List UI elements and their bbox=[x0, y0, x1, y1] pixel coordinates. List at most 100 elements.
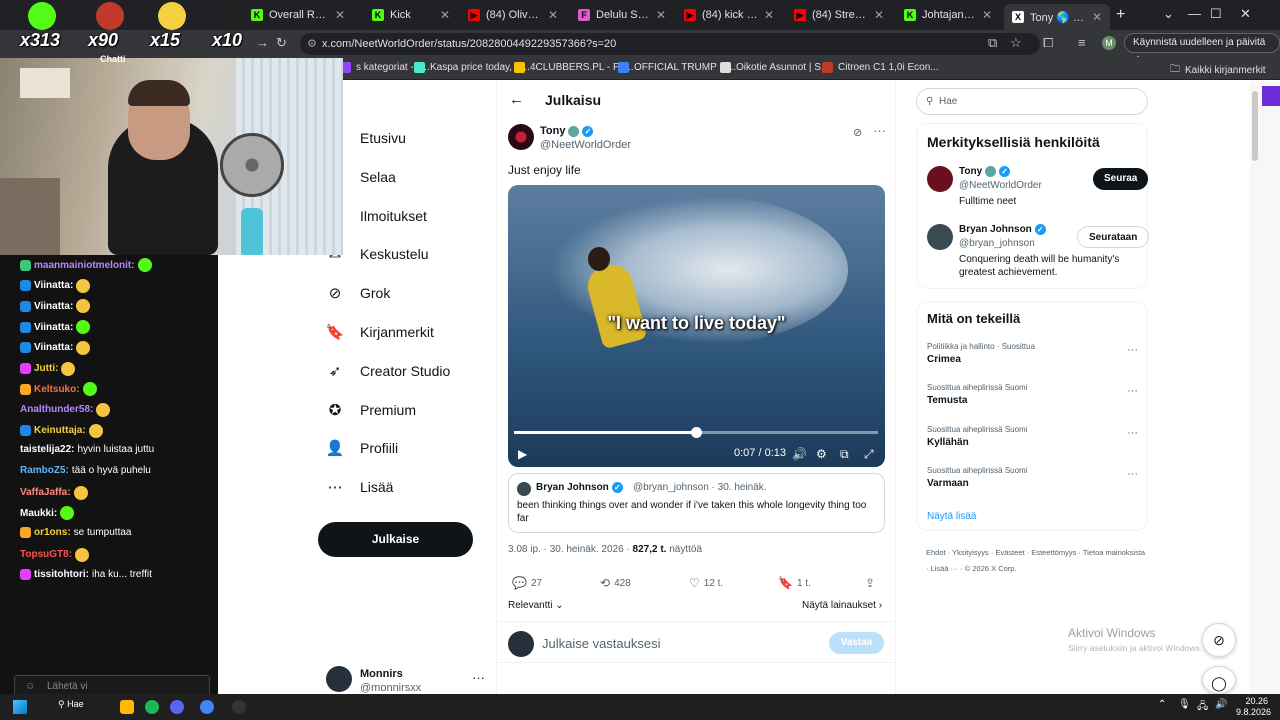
tab-close-icon[interactable]: ✕ bbox=[982, 8, 992, 22]
author-avatar[interactable] bbox=[508, 124, 534, 150]
trend-item[interactable]: Suosittua aiheplirissä Suomi Kyllähän ··· bbox=[927, 425, 1142, 448]
media-icon[interactable]: ≡ bbox=[1078, 35, 1086, 50]
trend-more-icon[interactable]: ··· bbox=[1127, 385, 1138, 397]
restart-update-button[interactable]: Käynnistä uudelleen ja päivitä ⋮ bbox=[1124, 33, 1280, 66]
chat-nick[interactable]: Keinuttaja: bbox=[34, 425, 86, 436]
bookmark-item[interactable]: Kaspa price today, K... bbox=[414, 62, 530, 73]
obs-icon[interactable] bbox=[232, 700, 246, 714]
nav-item-profiili[interactable]: 👤 Profiili bbox=[326, 439, 398, 457]
show-more-link[interactable]: Näytä lisää bbox=[927, 511, 976, 522]
chat-nick[interactable]: maanmainiotmelonit: bbox=[34, 260, 135, 271]
video-progress-bar[interactable] bbox=[514, 427, 878, 438]
scrollbar[interactable] bbox=[1252, 91, 1258, 161]
nav-item-lisää[interactable]: ⋯ Lisää bbox=[326, 478, 394, 496]
browser-tab[interactable]: K Overall Revenue ✕ bbox=[243, 3, 353, 27]
sort-dropdown[interactable]: Relevantti ⌄ bbox=[508, 600, 564, 611]
extensions-icon[interactable]: ⧠ bbox=[1043, 35, 1053, 51]
fullscreen-icon[interactable]: ⤢ bbox=[864, 447, 874, 462]
chat-nick[interactable]: Jutti: bbox=[34, 363, 58, 374]
messages-float-icon[interactable]: ◯ bbox=[1202, 666, 1236, 694]
author-name[interactable]: Tony ✓ bbox=[540, 125, 594, 137]
chat-nick[interactable]: Keltsuko: bbox=[34, 384, 80, 395]
settings-icon[interactable]: ⚙ bbox=[816, 447, 827, 461]
post-button[interactable]: Julkaise bbox=[318, 522, 473, 557]
chat-nick[interactable]: VaffaJaffa: bbox=[20, 487, 71, 498]
more-icon[interactable]: ··· bbox=[472, 670, 485, 685]
browser-tab[interactable]: ▶ (84) StreamiClipit ✕ bbox=[786, 3, 892, 27]
trend-more-icon[interactable]: ··· bbox=[1127, 468, 1138, 480]
chat-nick[interactable]: Viinatta: bbox=[34, 280, 73, 291]
tab-close-icon[interactable]: ✕ bbox=[1092, 10, 1102, 24]
pip-icon[interactable]: ⧉ bbox=[840, 447, 849, 462]
chat-nick[interactable]: Viinatta: bbox=[34, 342, 73, 353]
tray-chevron-icon[interactable]: ⌃ bbox=[1158, 699, 1166, 710]
minimize-button[interactable]: — bbox=[1188, 6, 1201, 21]
show-quotes-link[interactable]: Näytä lainaukset › bbox=[802, 600, 882, 611]
trend-more-icon[interactable]: ··· bbox=[1127, 427, 1138, 439]
repost-button[interactable]: ⟲ 428 bbox=[600, 576, 631, 590]
play-icon[interactable]: ▶ bbox=[518, 447, 527, 461]
trend-item[interactable]: Politiikka ja hallinto · Suosittua Crimea… bbox=[927, 342, 1142, 365]
chat-nick[interactable]: taistelija22: bbox=[20, 444, 74, 455]
reply-button[interactable]: 💬 27 bbox=[512, 576, 542, 590]
all-bookmarks-button[interactable]: 🗀 Kaikki kirjanmerkit bbox=[1170, 62, 1266, 79]
chat-nick[interactable]: Viinatta: bbox=[34, 301, 73, 312]
chat-nick[interactable]: or1ons: bbox=[34, 527, 71, 538]
reply-input[interactable]: Julkaise vastauksesi bbox=[542, 636, 661, 651]
install-icon[interactable]: ⧉ bbox=[988, 35, 997, 51]
video-scrubber-handle[interactable] bbox=[691, 427, 702, 438]
site-info-icon[interactable]: ⚙ bbox=[307, 33, 317, 55]
account-switcher[interactable]: Monnirs @monnirsxx ··· bbox=[326, 666, 486, 694]
network-icon[interactable]: 🖧 bbox=[1197, 699, 1208, 716]
grok-icon[interactable]: ⊘ bbox=[853, 126, 862, 139]
bookmark-button[interactable]: 🔖 1 t. bbox=[778, 576, 811, 590]
volume-icon[interactable]: 🔊 bbox=[792, 447, 807, 461]
reload-icon[interactable]: ↻ bbox=[276, 35, 287, 51]
trend-item[interactable]: Suosittua aiheplirissä Suomi Varmaan ··· bbox=[927, 466, 1142, 489]
spotify-icon[interactable] bbox=[145, 700, 159, 714]
url-field[interactable]: ⚙ x.com/NeetWorldOrder/status/2082800449… bbox=[300, 33, 1040, 55]
nav-item-premium[interactable]: ✪ Premium bbox=[326, 401, 416, 419]
volume-icon[interactable]: 🔊 bbox=[1215, 699, 1227, 710]
like-button[interactable]: ♡ 12 t. bbox=[689, 576, 723, 590]
tab-close-icon[interactable]: ✕ bbox=[548, 8, 558, 22]
trend-item[interactable]: Suosittua aiheplirissä Suomi Temusta ··· bbox=[927, 383, 1142, 406]
post-more-icon[interactable]: ··· bbox=[873, 123, 886, 138]
profile-avatar[interactable]: M bbox=[1102, 36, 1116, 50]
bookmark-item[interactable]: Citroen C1 1,0i Econ... bbox=[822, 62, 939, 73]
windows-start-icon[interactable] bbox=[13, 700, 27, 714]
tab-close-icon[interactable]: ✕ bbox=[656, 8, 666, 22]
tab-close-icon[interactable]: ✕ bbox=[335, 8, 345, 22]
chat-nick[interactable]: Maukki: bbox=[20, 508, 57, 519]
chat-nick[interactable]: RamboZ5: bbox=[20, 465, 69, 476]
browser-tab[interactable]: X Tony 🌎 X:ssä: "J ✕ bbox=[1004, 4, 1110, 30]
taskbar-clock[interactable]: 20.26 9.8.2026 bbox=[1236, 696, 1271, 718]
mic-icon[interactable]: 🎙 bbox=[1178, 699, 1191, 710]
browser-tab[interactable]: K Kick ✕ bbox=[364, 3, 458, 27]
chat-nick[interactable]: Analthunder58: bbox=[20, 404, 93, 415]
forward-icon[interactable]: → bbox=[256, 35, 269, 50]
chat-nick[interactable]: tissitohtori: bbox=[34, 569, 89, 580]
quoted-post[interactable]: Bryan Johnson ✓ @bryan_johnson · 30. hei… bbox=[508, 473, 885, 533]
tab-close-icon[interactable]: ✕ bbox=[764, 8, 774, 22]
follow-button[interactable]: Seuraa bbox=[1093, 168, 1149, 190]
footer-links[interactable]: Ehdot · Yksityisyys · Evästeet · Esteett… bbox=[926, 545, 1146, 577]
following-button[interactable]: Seurataan bbox=[1077, 226, 1150, 248]
author-handle[interactable]: @NeetWorldOrder bbox=[540, 139, 631, 151]
browser-tab[interactable]: K JohtajanMatkass ✕ bbox=[896, 3, 1000, 27]
browser-tab[interactable]: F Delulu Stream ✕ bbox=[570, 3, 674, 27]
bookmark-star-icon[interactable]: ☆ bbox=[1010, 35, 1022, 51]
reply-submit-button[interactable]: Vastaa bbox=[829, 632, 884, 654]
discord-icon[interactable] bbox=[170, 700, 184, 714]
grok-float-icon[interactable]: ⊘ bbox=[1202, 623, 1236, 657]
nav-item-kirjanmerkit[interactable]: 🔖 Kirjanmerkit bbox=[326, 323, 434, 341]
tab-close-icon[interactable]: ✕ bbox=[440, 8, 450, 22]
explorer-icon[interactable] bbox=[120, 700, 134, 714]
new-tab-button[interactable]: + bbox=[1116, 6, 1125, 24]
bookmark-item[interactable]: 4CLUBBERS.PL - Po... bbox=[514, 62, 634, 73]
chat-nick[interactable]: TopsuGT8: bbox=[20, 549, 72, 560]
search-input[interactable]: ⚲ Hae bbox=[916, 88, 1148, 115]
bookmark-item[interactable]: OFFICIAL TRUMP pr... bbox=[618, 62, 736, 73]
browser-tab[interactable]: ▶ (84) kick tubetus ✕ bbox=[676, 3, 782, 27]
chat-nick[interactable]: Viinatta: bbox=[34, 322, 73, 333]
